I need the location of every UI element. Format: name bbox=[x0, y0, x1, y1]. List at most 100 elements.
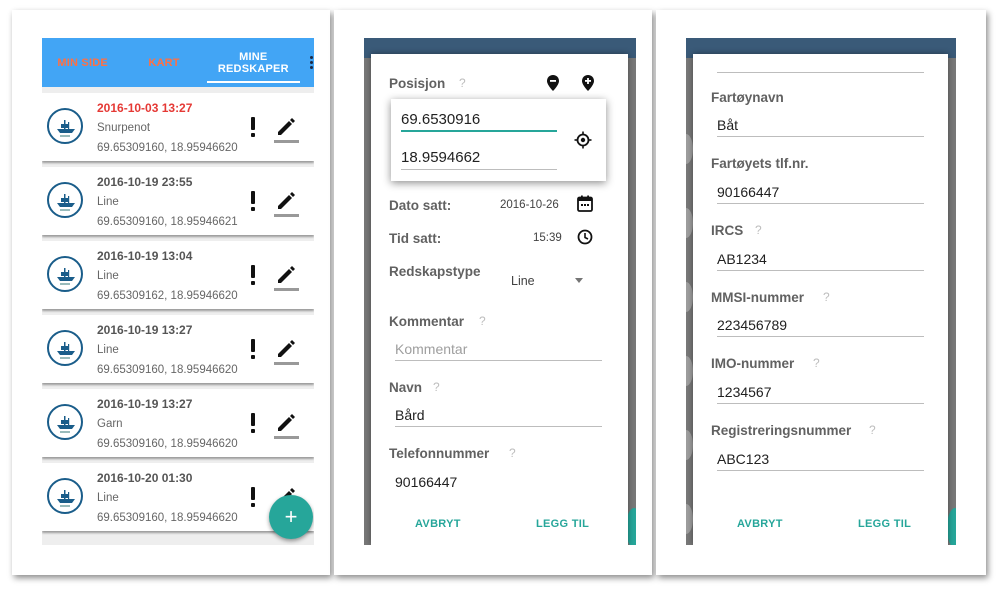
boat-icon bbox=[47, 182, 83, 218]
name-input[interactable]: Bård bbox=[395, 407, 425, 423]
background-list-icon bbox=[686, 430, 693, 460]
ircs-input[interactable]: AB1234 bbox=[717, 251, 767, 267]
tab-kart[interactable]: KART bbox=[123, 57, 204, 69]
phone-help-icon[interactable]: ? bbox=[509, 446, 516, 460]
item-gear-type: Snurpenot bbox=[97, 122, 151, 134]
warning-icon[interactable] bbox=[251, 487, 255, 507]
position-label: Posisjon bbox=[389, 76, 446, 91]
item-gear-type: Garn bbox=[97, 418, 123, 430]
longitude-underline bbox=[401, 169, 557, 170]
time-value[interactable]: 15:39 bbox=[533, 232, 562, 244]
map-marker-plus-icon[interactable] bbox=[581, 74, 595, 92]
warning-icon[interactable] bbox=[251, 191, 255, 211]
clock-icon[interactable] bbox=[577, 229, 593, 245]
phone-label: Telefonnummer bbox=[389, 446, 490, 461]
registration-help-icon[interactable]: ? bbox=[869, 423, 876, 437]
comment-input[interactable]: Kommentar bbox=[395, 341, 467, 357]
vessel-info-screen: Fartøynavn Båt Fartøyets tlf.nr. 9016644… bbox=[686, 38, 956, 545]
edit-icon[interactable] bbox=[275, 263, 299, 285]
name-underline bbox=[395, 426, 602, 427]
boat-icon bbox=[47, 404, 83, 440]
overflow-menu-icon[interactable] bbox=[310, 56, 314, 71]
edit-icon[interactable] bbox=[275, 189, 299, 211]
background-list-icon bbox=[686, 282, 693, 312]
item-date: 2016-10-03 13:27 bbox=[97, 101, 193, 115]
vessel-name-input[interactable]: Båt bbox=[717, 117, 738, 133]
add-gear-screen: Posisjon ? 69.6530916 18.9594662 Dato sa… bbox=[364, 38, 636, 545]
gear-type-label: Redskapstype bbox=[389, 264, 481, 279]
ircs-help-icon[interactable]: ? bbox=[755, 223, 762, 237]
background-list-icon bbox=[686, 504, 693, 534]
vessel-phone-underline bbox=[717, 203, 924, 204]
scrolled-field-underline bbox=[717, 72, 924, 73]
add-gear-dialog: Posisjon ? 69.6530916 18.9594662 Dato sa… bbox=[371, 54, 628, 545]
imo-help-icon[interactable]: ? bbox=[813, 356, 820, 370]
background-fab-edge bbox=[947, 508, 956, 545]
mmsi-help-icon[interactable]: ? bbox=[823, 290, 830, 304]
item-date: 2016-10-19 13:04 bbox=[97, 249, 193, 263]
item-position: 69.65309160, 18.95946620 bbox=[97, 142, 238, 154]
item-gear-type: Line bbox=[97, 492, 119, 504]
warning-icon[interactable] bbox=[251, 265, 255, 285]
vessel-name-label: Fartøynavn bbox=[711, 90, 784, 105]
date-value[interactable]: 2016-10-26 bbox=[500, 199, 559, 211]
boat-icon bbox=[47, 108, 83, 144]
mmsi-underline bbox=[717, 336, 924, 337]
vessel-info-screenshot: Fartøynavn Båt Fartøyets tlf.nr. 9016644… bbox=[656, 10, 986, 575]
add-button[interactable]: LEGG TIL bbox=[536, 518, 589, 530]
latitude-input[interactable]: 69.6530916 bbox=[401, 111, 480, 128]
item-gear-type: Line bbox=[97, 270, 119, 282]
latitude-focus-line bbox=[401, 130, 557, 132]
edit-icon[interactable] bbox=[275, 411, 299, 433]
edit-icon[interactable] bbox=[275, 337, 299, 359]
edit-underline bbox=[274, 214, 299, 217]
registration-input[interactable]: ABC123 bbox=[717, 451, 769, 467]
map-marker-minus-icon[interactable] bbox=[546, 74, 560, 92]
vessel-phone-input[interactable]: 90166447 bbox=[717, 184, 779, 200]
edit-icon[interactable] bbox=[275, 115, 299, 137]
comment-label: Kommentar bbox=[389, 314, 465, 329]
vessel-name-underline bbox=[717, 136, 924, 137]
name-label: Navn bbox=[389, 380, 423, 395]
gear-type-select[interactable]: Line bbox=[511, 274, 535, 288]
gps-locate-icon[interactable] bbox=[574, 131, 592, 149]
comment-help-icon[interactable]: ? bbox=[479, 314, 486, 328]
longitude-input[interactable]: 18.9594662 bbox=[401, 149, 480, 166]
add-gear-screenshot: Posisjon ? 69.6530916 18.9594662 Dato sa… bbox=[334, 10, 652, 575]
gear-list: 2016-10-03 13:27 Snurpenot 69.65309160, … bbox=[42, 87, 314, 531]
name-help-icon[interactable]: ? bbox=[433, 380, 440, 394]
dropdown-arrow-icon[interactable] bbox=[575, 278, 583, 283]
tab-mine-redskaper[interactable]: MINE REDSKAPER bbox=[205, 51, 302, 83]
edit-underline bbox=[274, 362, 299, 365]
background-list-icon bbox=[686, 356, 693, 386]
background-list-icon bbox=[686, 134, 693, 164]
add-gear-fab[interactable]: + bbox=[269, 495, 313, 539]
list-item[interactable]: 2016-10-19 13:27 Line 69.65309160, 18.95… bbox=[42, 315, 314, 383]
warning-icon[interactable] bbox=[251, 413, 255, 433]
tab-min-side[interactable]: MIN SIDE bbox=[42, 57, 123, 69]
list-item[interactable]: 2016-10-03 13:27 Snurpenot 69.65309160, … bbox=[42, 93, 314, 161]
add-button[interactable]: LEGG TIL bbox=[858, 518, 911, 530]
item-gear-type: Line bbox=[97, 344, 119, 356]
cancel-button[interactable]: AVBRYT bbox=[737, 518, 783, 530]
phone-input[interactable]: 90166447 bbox=[395, 474, 457, 490]
gear-list-screenshot: MIN SIDE KART MINE REDSKAPER 2016-10-03 … bbox=[12, 10, 330, 575]
gear-list-screen: MIN SIDE KART MINE REDSKAPER 2016-10-03 … bbox=[42, 38, 314, 545]
list-item[interactable]: 2016-10-19 23:55 Line 69.65309160, 18.95… bbox=[42, 167, 314, 235]
item-position: 69.65309160, 18.95946620 bbox=[97, 512, 238, 524]
warning-icon[interactable] bbox=[251, 339, 255, 359]
vessel-phone-label: Fartøyets tlf.nr. bbox=[711, 156, 809, 171]
registration-label: Registreringsnummer bbox=[711, 423, 852, 438]
edit-underline bbox=[274, 288, 299, 291]
list-item[interactable]: 2016-10-19 13:27 Garn 69.65309160, 18.95… bbox=[42, 389, 314, 457]
imo-input[interactable]: 1234567 bbox=[717, 384, 772, 400]
boat-icon bbox=[47, 478, 83, 514]
mmsi-input[interactable]: 223456789 bbox=[717, 317, 787, 333]
background-list-icon bbox=[686, 208, 693, 238]
warning-icon[interactable] bbox=[251, 117, 255, 137]
calendar-icon[interactable] bbox=[577, 195, 593, 212]
cancel-button[interactable]: AVBRYT bbox=[415, 518, 461, 530]
ircs-label: IRCS bbox=[711, 223, 744, 238]
list-item[interactable]: 2016-10-19 13:04 Line 69.65309162, 18.95… bbox=[42, 241, 314, 309]
position-help-icon[interactable]: ? bbox=[459, 76, 466, 90]
